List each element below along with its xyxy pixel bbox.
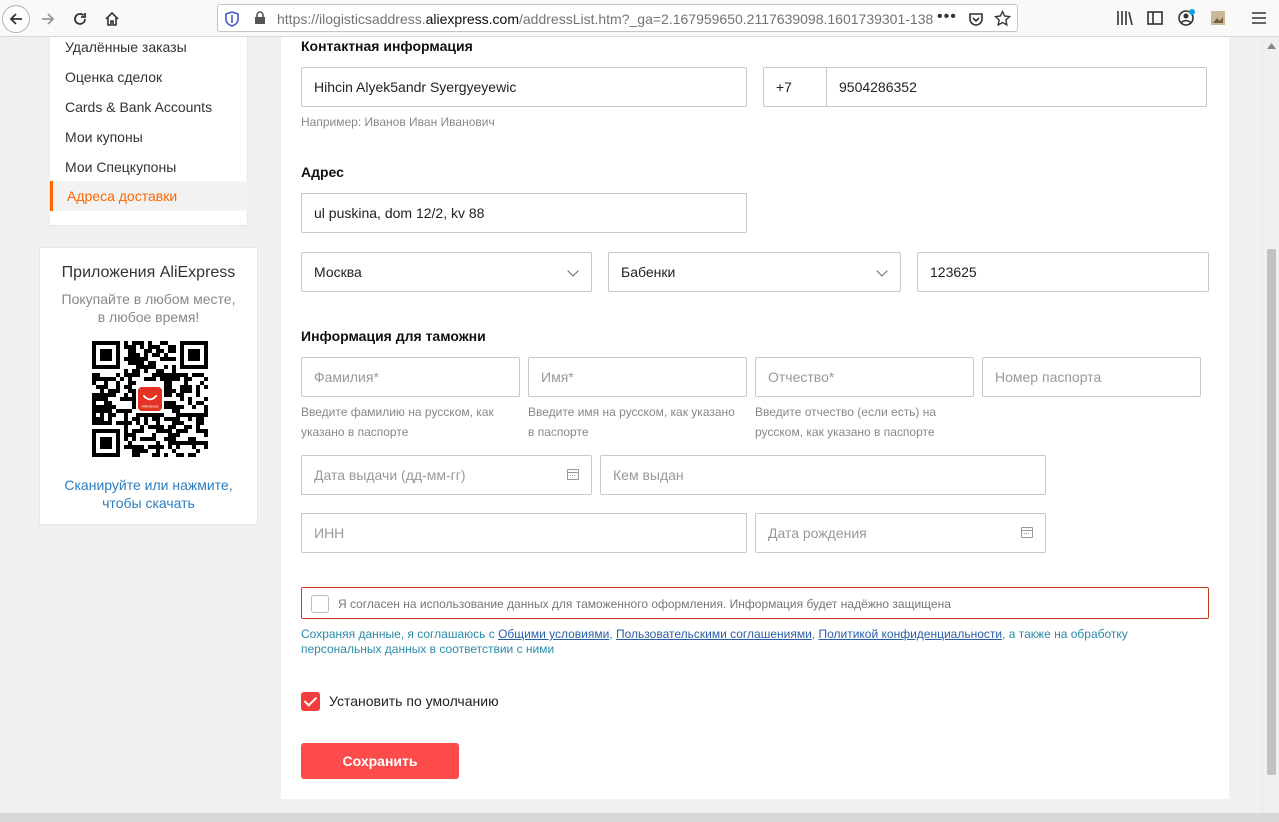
qr-code[interactable]: AliExpress — [92, 341, 208, 457]
page-actions-icon[interactable]: ••• — [937, 8, 957, 26]
city-select[interactable]: Бабенки — [608, 252, 901, 292]
back-button[interactable] — [2, 5, 30, 33]
shield-icon[interactable] — [225, 11, 239, 27]
library-icon[interactable] — [1115, 8, 1135, 28]
street-input[interactable]: ul puskina, dom 12/2, kv 88 — [301, 193, 747, 233]
app-promo-card: Приложения AliExpress Покупайте в любом … — [39, 247, 258, 525]
firstname-hint: Введите имя на русском, как указано в пас… — [528, 405, 735, 439]
menu-item-deleted-orders[interactable]: Удалённые заказы — [50, 32, 248, 62]
patronymic-input[interactable]: Отчество* — [755, 357, 974, 397]
reload-icon — [74, 13, 86, 25]
contact-section-title: Контактная информация — [301, 38, 473, 54]
account-icon[interactable] — [1176, 8, 1196, 28]
url-text: https://ilogisticsaddress.aliexpress.com… — [277, 11, 934, 27]
patronymic-hint: Введите отчество (если есть) на русском, … — [755, 405, 937, 439]
user-agreement-link[interactable]: Пользовательскими соглашениями — [616, 627, 812, 641]
extension-icon[interactable] — [1208, 8, 1228, 28]
customs-consent-box: Я согласен на использование данных для т… — [301, 587, 1209, 619]
phone-number-input[interactable]: 9504286352 — [826, 67, 1207, 107]
horizontal-scrollbar[interactable] — [0, 813, 1279, 822]
arrow-right-icon — [42, 13, 55, 25]
issue-date-input[interactable]: Дата выдачи (дд-мм-гг) — [301, 455, 592, 495]
menu-item-addresses[interactable]: Адреса доставки — [50, 181, 248, 211]
consent-text: Я согласен на использование данных для т… — [338, 597, 951, 611]
menu-item-coupons[interactable]: Мои купоны — [50, 122, 248, 152]
passport-number-input[interactable]: Номер паспорта — [982, 357, 1201, 397]
scroll-up-icon[interactable] — [1267, 43, 1276, 49]
pocket-icon[interactable] — [968, 11, 984, 27]
address-bar[interactable]: https://ilogisticsaddress.aliexpress.com… — [217, 4, 1018, 32]
home-button[interactable] — [98, 5, 126, 33]
sidebar-icon[interactable] — [1145, 8, 1165, 28]
chevron-down-icon — [567, 265, 579, 277]
menu-item-cards[interactable]: Cards & Bank Accounts — [50, 92, 248, 122]
calendar-icon[interactable] — [567, 469, 579, 480]
vertical-scrollbar[interactable] — [1262, 37, 1279, 814]
full-name-hint: Например: Иванов Иван Иванович — [301, 115, 495, 129]
customs-section-title: Информация для таможни — [301, 328, 486, 344]
surname-input[interactable]: Фамилия* — [301, 357, 520, 397]
terms-link[interactable]: Общими условиями — [498, 627, 609, 641]
arrow-left-icon — [9, 13, 22, 25]
legal-notice: Сохраняя данные, я соглашаюсь с Общими у… — [301, 627, 1128, 656]
region-select[interactable]: Москва — [301, 252, 592, 292]
forward-button[interactable] — [34, 5, 62, 33]
chevron-down-icon — [876, 265, 888, 277]
scrollbar-thumb[interactable] — [1267, 249, 1276, 775]
home-icon — [105, 11, 119, 26]
svg-text:AliExpress: AliExpress — [142, 404, 159, 408]
reload-button[interactable] — [66, 5, 94, 33]
full-name-input[interactable]: Hihcin Alyek5andr Syergyeyewic — [301, 67, 747, 107]
menu-item-feedback[interactable]: Оценка сделок — [50, 62, 248, 92]
set-default-label[interactable]: Установить по умолчанию — [329, 693, 499, 709]
inn-input[interactable]: ИНН — [301, 513, 747, 553]
firstname-input[interactable]: Имя* — [528, 357, 747, 397]
menu-item-special-coupons[interactable]: Мои Спецкупоны — [50, 152, 248, 182]
issued-by-input[interactable]: Кем выдан — [600, 455, 1046, 495]
lock-icon[interactable] — [254, 11, 266, 25]
account-menu: Удалённые заказы Оценка сделок Cards & B… — [49, 37, 248, 226]
address-section-title: Адрес — [301, 164, 344, 180]
address-form: Контактная информация Hihcin Alyek5andr … — [281, 37, 1229, 799]
app-promo-title: Приложения AliExpress — [61, 264, 236, 281]
privacy-policy-link[interactable]: Политикой конфиденциальности — [818, 627, 1002, 641]
zip-input[interactable]: 123625 — [917, 252, 1209, 292]
phone-code-input[interactable]: +7 — [763, 67, 827, 107]
calendar-icon[interactable] — [1021, 527, 1033, 538]
app-download-link[interactable]: Сканируйте или нажмите, чтобы скачать — [40, 476, 257, 512]
save-button[interactable]: Сохранить — [301, 743, 459, 779]
app-promo-subtitle: Покупайте в любом месте, в любое время! — [61, 291, 236, 325]
menu-icon[interactable] — [1249, 8, 1269, 28]
consent-checkbox[interactable] — [311, 595, 329, 613]
surname-hint: Введите фамилию на русском, как указано в… — [301, 405, 494, 439]
star-icon[interactable] — [994, 10, 1011, 27]
set-default-checkbox[interactable] — [301, 692, 320, 711]
birth-date-input[interactable]: Дата рождения — [755, 513, 1046, 553]
